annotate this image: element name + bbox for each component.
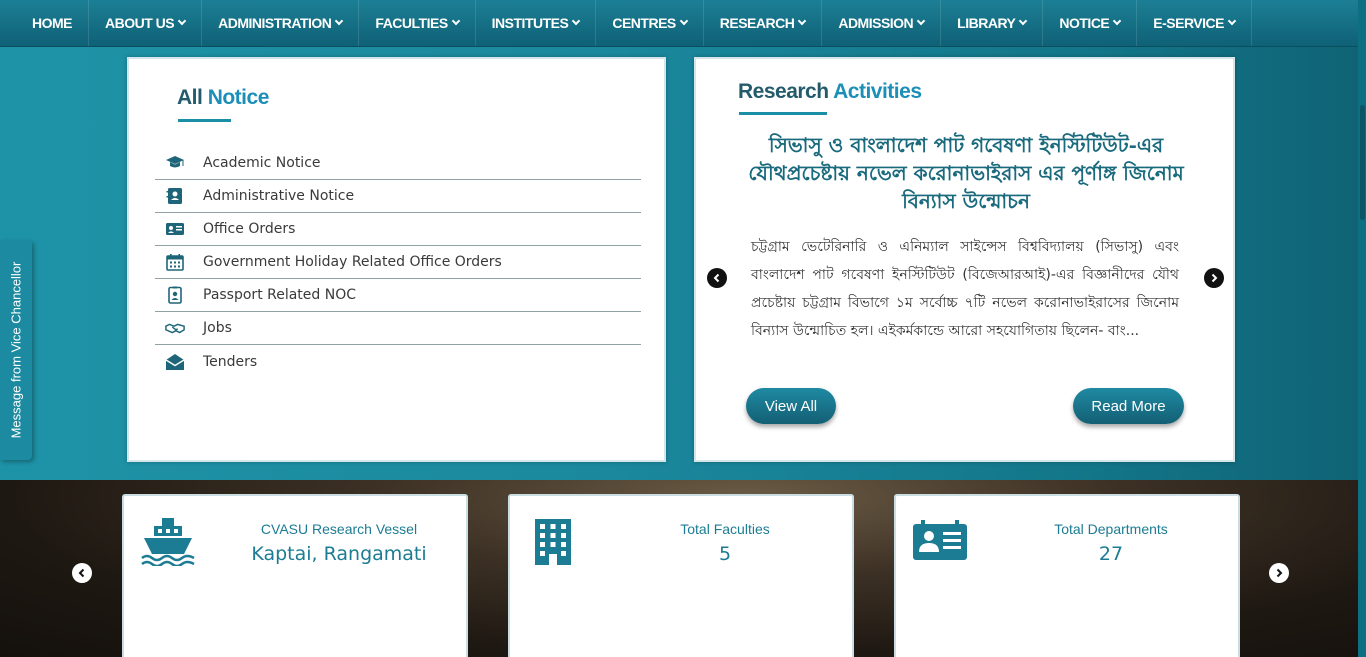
research-summary: চট্টগ্রাম ভেটেরিনারি ও এনিম্যাল সাইন্সেস…	[751, 239, 1179, 339]
stat-value: Kaptai, Rangamati	[251, 543, 427, 565]
notice-item-label: Administrative Notice	[203, 188, 355, 204]
chevron-down-icon	[679, 16, 688, 26]
stat-value: 5	[718, 543, 732, 565]
notice-item-tenders[interactable]: Tenders	[155, 345, 641, 378]
nav-label: ABOUT US	[105, 15, 175, 31]
notice-item-academic[interactable]: Academic Notice	[155, 147, 641, 180]
chevron-down-icon	[572, 16, 581, 26]
chevron-left-icon	[713, 273, 720, 283]
research-title: Research Activities	[738, 80, 922, 104]
notice-item-jobs[interactable]: Jobs	[155, 312, 641, 345]
nav-admission[interactable]: ADMISSION	[822, 0, 942, 46]
nav-administration[interactable]: ADMINISTRATION	[202, 0, 360, 46]
carousel-next-button[interactable]	[1204, 268, 1224, 288]
chevron-down-icon	[1227, 16, 1237, 26]
top-navigation: HOME ABOUT US ADMINISTRATION FACULTIES I…	[0, 0, 1366, 47]
nav-label: ADMINISTRATION	[218, 15, 332, 31]
building-icon	[535, 519, 571, 565]
nav-e-service[interactable]: E-SERVICE	[1137, 0, 1252, 46]
vice-chancellor-message-tab[interactable]: Message from Vice Chancellor	[0, 240, 32, 460]
stat-card-total-faculties[interactable]: Total Faculties 5	[508, 494, 854, 657]
id-badge-icon	[155, 286, 195, 304]
notice-item-passport-noc[interactable]: Passport Related NOC	[155, 279, 641, 312]
read-more-button[interactable]: Read More	[1073, 388, 1184, 424]
nav-home[interactable]: HOME	[16, 0, 89, 46]
chevron-down-icon	[1019, 16, 1028, 26]
all-notice-card: All Notice Academic Notice Administrativ…	[127, 57, 666, 462]
nav-label: HOME	[32, 15, 73, 31]
nav-centres[interactable]: CENTRES	[596, 0, 704, 46]
stat-value: 27	[1098, 543, 1124, 565]
nav-label: NOTICE	[1059, 15, 1110, 31]
nav-faculties[interactable]: FACULTIES	[359, 0, 476, 46]
notice-list: Academic Notice Administrative Notice Of…	[155, 147, 641, 378]
chevron-down-icon	[335, 16, 344, 26]
carousel-prev-button[interactable]	[707, 268, 727, 288]
notice-item-label: Office Orders	[203, 221, 296, 237]
notice-title: All Notice	[177, 86, 269, 110]
nav-label: CENTRES	[612, 15, 676, 31]
stat-label: Total Departments	[1054, 521, 1168, 537]
notice-title-part1: All	[177, 86, 203, 109]
nav-about-us[interactable]: ABOUT US	[89, 0, 203, 46]
stat-card-total-departments[interactable]: Total Departments 27	[894, 494, 1240, 657]
nav-label: LIBRARY	[957, 15, 1016, 31]
nav-library[interactable]: LIBRARY	[941, 0, 1044, 46]
ship-icon	[141, 518, 195, 566]
nav-research[interactable]: RESEARCH	[704, 0, 823, 46]
nav-notice[interactable]: NOTICE	[1043, 0, 1138, 46]
title-underline	[739, 112, 827, 115]
nav-label: FACULTIES	[375, 15, 448, 31]
view-all-button[interactable]: View All	[746, 388, 836, 424]
chevron-down-icon	[1113, 16, 1122, 26]
scrollbar-thumb[interactable]	[1360, 105, 1365, 220]
address-book-icon	[155, 187, 195, 205]
chevron-down-icon	[177, 16, 187, 26]
envelope-open-icon	[155, 353, 195, 371]
chevron-down-icon	[451, 16, 460, 26]
vc-tab-label: Message from Vice Chancellor	[8, 261, 24, 439]
notice-item-label: Jobs	[203, 320, 232, 336]
nav-label: RESEARCH	[719, 15, 795, 31]
notice-title-part2: Notice	[207, 86, 270, 109]
nav-label: E-SERVICE	[1153, 15, 1224, 31]
chevron-down-icon	[798, 16, 807, 26]
nav-label: ADMISSION	[838, 15, 914, 31]
calendar-icon	[155, 253, 195, 271]
nav-institutes[interactable]: INSTITUTES	[476, 0, 597, 46]
research-title-part2: Activities	[833, 80, 922, 103]
stats-next-button[interactable]	[1269, 563, 1289, 583]
stat-card-research-vessel[interactable]: CVASU Research Vessel Kaptai, Rangamati	[122, 494, 468, 657]
chevron-down-icon	[916, 16, 926, 26]
research-title-part1: Research	[738, 80, 829, 103]
chevron-right-icon	[1211, 273, 1218, 283]
graduation-cap-icon	[155, 154, 195, 172]
department-card-icon	[913, 520, 967, 560]
chevron-left-icon	[78, 568, 85, 578]
notice-item-office-orders[interactable]: Office Orders	[155, 213, 641, 246]
notice-item-administrative[interactable]: Administrative Notice	[155, 180, 641, 213]
title-underline	[178, 119, 231, 122]
notice-item-label: Government Holiday Related Office Orders	[203, 254, 502, 270]
id-card-icon	[155, 220, 195, 238]
notice-item-government-holiday[interactable]: Government Holiday Related Office Orders	[155, 246, 641, 279]
research-activities-card: Research Activities সিভাসু ও বাংলাদেশ পা…	[694, 57, 1235, 462]
notice-item-label: Academic Notice	[203, 155, 321, 171]
stat-label: CVASU Research Vessel	[260, 521, 418, 537]
stats-prev-button[interactable]	[72, 563, 92, 583]
nav-label: INSTITUTES	[491, 15, 569, 31]
handshake-icon	[155, 319, 195, 337]
notice-item-label: Tenders	[203, 353, 258, 370]
stat-label: Total Faculties	[680, 521, 770, 537]
notice-item-label: Passport Related NOC	[203, 287, 357, 303]
page-scrollbar[interactable]	[1358, 0, 1366, 657]
chevron-right-icon	[1276, 568, 1283, 578]
research-headline[interactable]: সিভাসু ও বাংলাদেশ পাট গবেষণা ইনস্টিটিউট-…	[746, 131, 1186, 215]
